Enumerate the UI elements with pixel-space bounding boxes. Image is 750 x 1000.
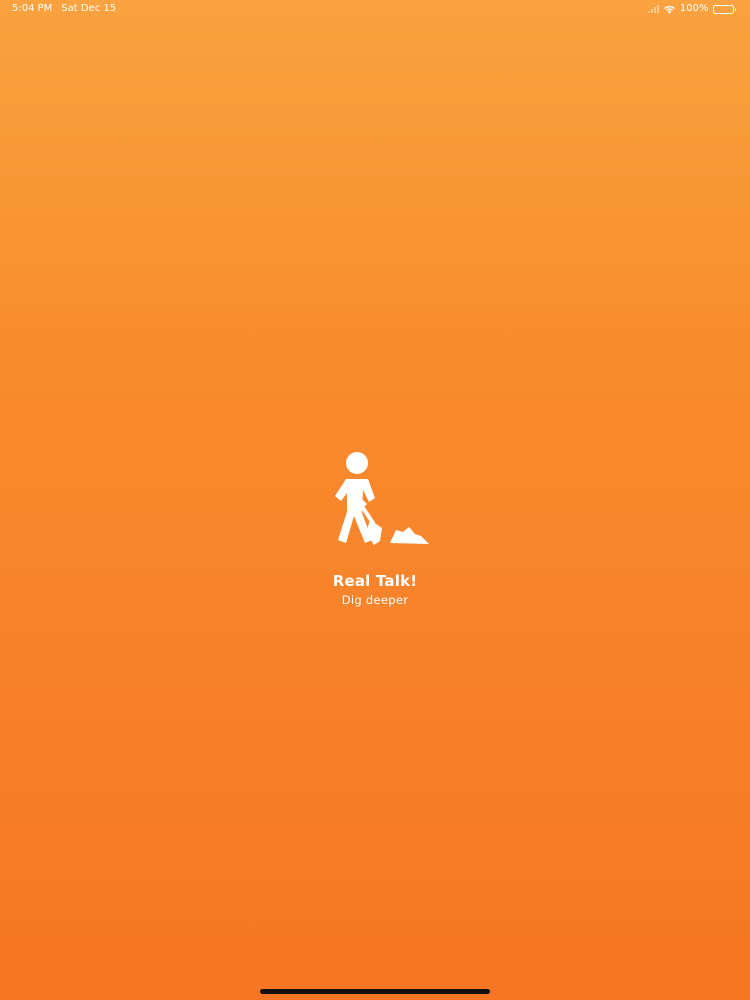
home-indicator[interactable] xyxy=(260,989,490,994)
signal-icon xyxy=(647,5,659,13)
status-right: 100% xyxy=(647,0,736,18)
app-title: Real Talk! xyxy=(332,572,418,590)
wifi-icon xyxy=(664,5,675,14)
splash-content: Real Talk! Dig deeper xyxy=(0,450,750,607)
person-digging-icon xyxy=(335,452,429,545)
launch-screen: 5:04 PM Sat Dec 15 100% Real Talk! Dig d… xyxy=(0,0,750,1000)
battery-percent: 100% xyxy=(679,3,709,14)
status-bar: 5:04 PM Sat Dec 15 100% xyxy=(0,0,750,18)
status-time: 5:04 PM xyxy=(12,3,53,14)
status-date: Sat Dec 15 xyxy=(61,3,117,14)
battery-icon xyxy=(712,4,736,14)
app-subtitle: Dig deeper xyxy=(341,593,409,607)
status-left: 5:04 PM Sat Dec 15 xyxy=(12,0,116,18)
